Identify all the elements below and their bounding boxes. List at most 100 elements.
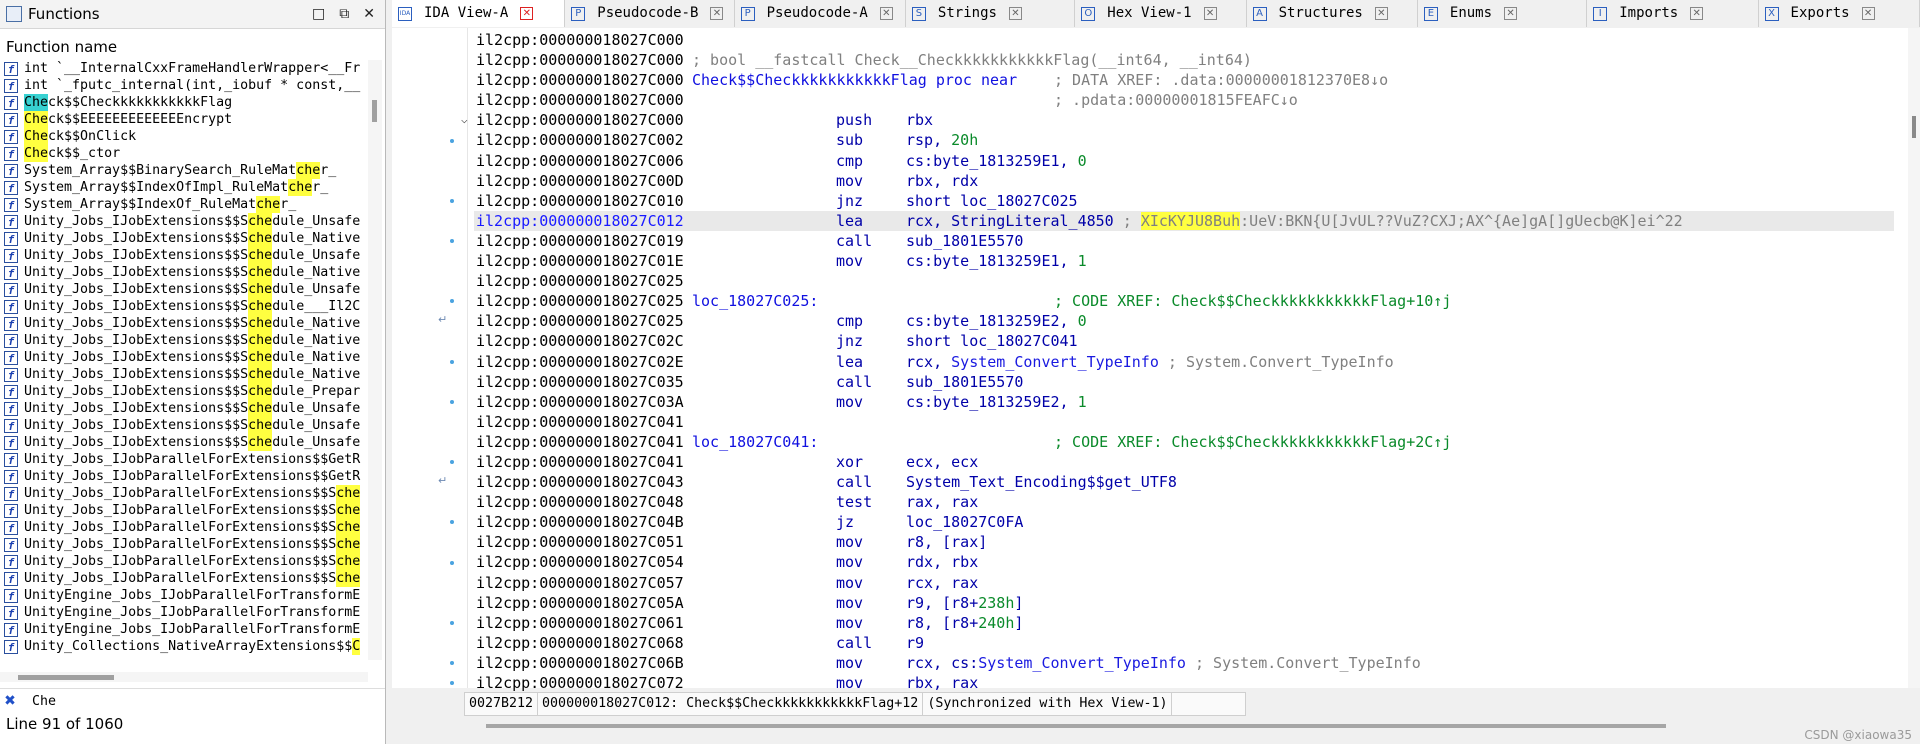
- disasm-line[interactable]: il2cpp:000000018027C068 call r9: [474, 633, 1894, 653]
- disasm-line[interactable]: il2cpp:000000018027C035 call sub_1801E5570: [474, 372, 1894, 392]
- scroll-thumb[interactable]: [486, 724, 1666, 728]
- function-list-item[interactable]: f Unity_Jobs_IJobExtensions$$S che dule_Uns…: [0, 417, 368, 434]
- close-icon[interactable]: ✕: [1008, 7, 1022, 20]
- breakpoint-dot-icon[interactable]: [450, 520, 454, 525]
- disasm-line[interactable]: il2cpp:000000018027C057 mov rcx, rax: [474, 573, 1894, 593]
- function-name-column-header[interactable]: Function name: [0, 38, 385, 58]
- function-list-item[interactable]: f Unity_Jobs_IJobExtensions$$S che dule_Uns…: [0, 213, 368, 230]
- function-list-item[interactable]: f Unity_Jobs_IJobParallelForExtensions$$S…: [0, 502, 368, 519]
- tab-structures[interactable]: A Structures ✕: [1247, 0, 1418, 27]
- function-list-item[interactable]: f Unity_Jobs_IJobExtensions$$S che dule_Uns…: [0, 281, 368, 298]
- function-list-item[interactable]: f Unity_Jobs_IJobExtensions$$S che dule_Uns…: [0, 434, 368, 451]
- disasm-line[interactable]: il2cpp:000000018027C06B mov rcx, cs:System…: [474, 653, 1894, 673]
- tab-strings[interactable]: S Strings ✕: [906, 0, 1076, 27]
- close-icon[interactable]: ✕: [879, 7, 893, 20]
- disasm-line[interactable]: il2cpp:000000018027C025: [474, 271, 1894, 291]
- function-list-item[interactable]: f Che ck$$EEEEEEEEEEEEEncrypt: [0, 111, 368, 128]
- function-list-item[interactable]: f Unity_Jobs_IJobParallelForExtensions$$S…: [0, 553, 368, 570]
- float-icon[interactable]: ⧉: [339, 6, 349, 22]
- breakpoint-dot-icon[interactable]: [450, 620, 454, 625]
- disasm-line[interactable]: il2cpp:000000018027C03A mov cs:byte_181325…: [474, 392, 1894, 412]
- disasm-line[interactable]: il2cpp:000000018027C019 call sub_1801E5570: [474, 231, 1894, 251]
- disassembly-vertical-scrollbar[interactable]: [1908, 28, 1920, 688]
- breakpoint-dot-icon[interactable]: [450, 560, 454, 565]
- function-list-item[interactable]: f Unity_Jobs_IJobParallelForExtensions$$G…: [0, 451, 368, 468]
- breakpoint-dot-icon[interactable]: [450, 399, 454, 404]
- breakpoint-dot-icon[interactable]: [450, 138, 454, 143]
- function-list-item[interactable]: f System_Array$$BinarySearch_RuleMat che r_: [0, 162, 368, 179]
- close-icon[interactable]: ✕: [1374, 7, 1388, 20]
- breakpoint-dot-icon[interactable]: [450, 198, 454, 203]
- function-list-item[interactable]: f Unity_Jobs_IJobExtensions$$S che dule_Nat…: [0, 230, 368, 247]
- function-list-item[interactable]: f Che ck$$OnClick: [0, 128, 368, 145]
- scroll-thumb[interactable]: [372, 100, 377, 122]
- function-list-item[interactable]: f int `_fputc_internal(int,_iobuf * const…: [0, 77, 368, 94]
- function-list-item[interactable]: f Unity_Jobs_IJobExtensions$$S che dule_Nat…: [0, 349, 368, 366]
- disasm-line[interactable]: il2cpp:000000018027C02C jnz short loc_1802…: [474, 331, 1894, 351]
- maximize-icon[interactable]: □: [312, 6, 325, 22]
- function-list-item[interactable]: f Che ck$$CheckkkkkkkkkkkFlag: [0, 94, 368, 111]
- functions-list[interactable]: f int `__InternalCxxFrameHandlerWrapper<_…: [0, 60, 368, 660]
- close-icon[interactable]: ✕: [710, 7, 724, 20]
- functions-vertical-scrollbar[interactable]: [368, 60, 382, 660]
- function-list-item[interactable]: f Unity_Jobs_IJobExtensions$$S che dule___I…: [0, 298, 368, 315]
- disassembly-listing[interactable]: il2cpp:000000018027C000 il2cpp:0000000180…: [461, 30, 1894, 693]
- function-list-item[interactable]: f int `__InternalCxxFrameHandlerWrapper<_…: [0, 60, 368, 77]
- function-list-item[interactable]: f Unity_Jobs_IJobParallelForExtensions$$S…: [0, 570, 368, 587]
- function-list-item[interactable]: f Unity_Jobs_IJobExtensions$$S che dule_Uns…: [0, 247, 368, 264]
- disasm-line[interactable]: il2cpp:000000018027C000 Check$$Checkkkkkk…: [474, 70, 1894, 90]
- breakpoint-dot-icon[interactable]: [450, 681, 454, 686]
- breakpoint-dot-icon[interactable]: [450, 359, 454, 364]
- breakpoint-dot-icon[interactable]: [450, 299, 454, 304]
- function-list-item[interactable]: f Unity_Jobs_IJobExtensions$$S che dule_Uns…: [0, 400, 368, 417]
- disasm-line[interactable]: il2cpp:000000018027C002 sub rsp, 20h: [474, 130, 1894, 150]
- function-list-item[interactable]: f System_Array$$IndexOfImpl_RuleMat che r_: [0, 179, 368, 196]
- disasm-line[interactable]: il2cpp:000000018027C000 ⌵ push rbx: [461, 110, 1894, 130]
- close-icon[interactable]: ✕: [1504, 7, 1518, 20]
- disasm-line[interactable]: il2cpp:000000018027C043 call System_Text_E…: [474, 472, 1894, 492]
- breakpoint-dot-icon[interactable]: [450, 239, 454, 243]
- disasm-line[interactable]: il2cpp:000000018027C010 jnz short loc_1802…: [474, 191, 1894, 211]
- tab-exports[interactable]: X Exports ✕: [1759, 0, 1920, 27]
- function-list-item[interactable]: f UnityEngine_Jobs_IJobParallelForTransfo…: [0, 587, 368, 604]
- tab-pseudocode-b[interactable]: P Pseudocode-B ✕: [565, 0, 735, 27]
- disasm-line[interactable]: il2cpp:000000018027C025 cmp cs:byte_181325…: [474, 311, 1894, 331]
- disasm-line[interactable]: il2cpp:000000018027C000: [474, 30, 1894, 50]
- function-list-item[interactable]: f Unity_Jobs_IJobParallelForExtensions$$G…: [0, 468, 368, 485]
- disasm-line[interactable]: il2cpp:000000018027C072 mov rbx, rax: [474, 673, 1894, 693]
- function-list-item[interactable]: f Unity_Collections_NativeArrayExtensions…: [0, 638, 368, 655]
- disassembly-horizontal-scrollbar[interactable]: [486, 722, 1886, 730]
- close-icon[interactable]: ✕: [1861, 7, 1875, 20]
- disasm-line[interactable]: il2cpp:000000018027C061 mov r8, [r8+240h]: [474, 613, 1894, 633]
- function-list-item[interactable]: f Unity_Jobs_IJobParallelForExtensions$$S…: [0, 485, 368, 502]
- close-icon[interactable]: ✕: [520, 7, 534, 20]
- function-list-item[interactable]: f Unity_Jobs_IJobExtensions$$S che dule_Nat…: [0, 315, 368, 332]
- function-list-item[interactable]: f Unity_Jobs_IJobExtensions$$S che dule_Nat…: [0, 366, 368, 383]
- tab-pseudocode-a[interactable]: P Pseudocode-A ✕: [735, 0, 906, 27]
- function-list-item[interactable]: f Unity_Jobs_IJobParallelForExtensions$$S…: [0, 519, 368, 536]
- disasm-line[interactable]: il2cpp:000000018027C02E lea rcx, System_Co…: [474, 352, 1894, 372]
- breakpoint-dot-icon[interactable]: [450, 661, 454, 666]
- function-list-item[interactable]: f UnityEngine_Jobs_IJobParallelForTransfo…: [0, 621, 368, 638]
- tab-imports[interactable]: I Imports ✕: [1587, 0, 1759, 27]
- disasm-line[interactable]: il2cpp:000000018027C025 loc_18027C025: ; C…: [474, 291, 1894, 311]
- tab-ida-view-a[interactable]: IDA IDA View-A ✕: [392, 0, 566, 27]
- function-list-item[interactable]: f UnityEngine_Jobs_IJobParallelForTransfo…: [0, 604, 368, 621]
- breakpoint-dot-icon[interactable]: [450, 460, 454, 465]
- function-list-item[interactable]: f Unity_Jobs_IJobExtensions$$S che dule_Pre…: [0, 383, 368, 400]
- close-icon[interactable]: ✕: [1203, 7, 1217, 20]
- function-list-item[interactable]: f System_Array$$IndexOf_RuleMat che r_: [0, 196, 368, 213]
- disasm-line[interactable]: il2cpp:000000018027C05A mov r9, [r8+238h]: [474, 593, 1894, 613]
- disasm-line[interactable]: il2cpp:000000018027C04B jz loc_18027C0FA: [474, 512, 1894, 532]
- disasm-line[interactable]: il2cpp:000000018027C012 lea rcx, StringLit…: [474, 210, 1894, 231]
- disasm-line[interactable]: il2cpp:000000018027C000 ; .pdata:00000001…: [474, 90, 1894, 110]
- collapse-chevron-icon[interactable]: ⌵: [461, 110, 468, 130]
- close-icon[interactable]: ✕: [1690, 7, 1704, 20]
- function-list-item[interactable]: f Unity_Jobs_IJobExtensions$$S che dule_Nat…: [0, 264, 368, 281]
- scroll-thumb[interactable]: [18, 675, 114, 680]
- function-list-item[interactable]: f Che ck$$_ctor: [0, 145, 368, 162]
- function-list-item[interactable]: f Unity_Jobs_IJobExtensions$$S che dule_Nat…: [0, 332, 368, 349]
- disasm-line[interactable]: il2cpp:000000018027C041 xor ecx, ecx: [474, 452, 1894, 472]
- scroll-thumb[interactable]: [1912, 116, 1916, 138]
- disasm-line[interactable]: il2cpp:000000018027C041 loc_18027C041: ; C…: [474, 432, 1894, 452]
